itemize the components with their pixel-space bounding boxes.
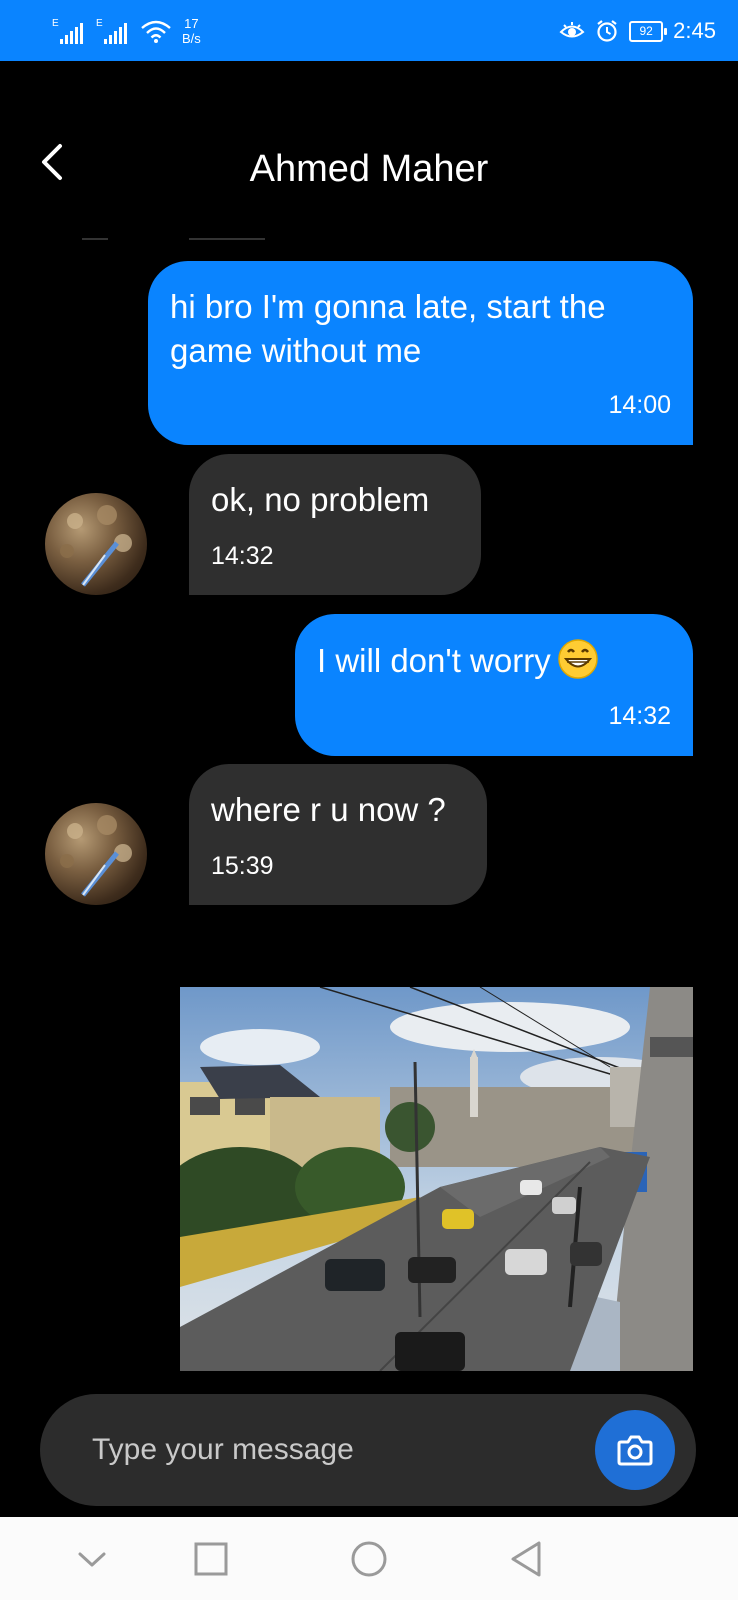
contact-name: Ahmed Maher	[249, 148, 489, 190]
message-time: 14:00	[608, 391, 671, 419]
network-type-label: E	[52, 18, 59, 29]
battery-icon: 92	[629, 20, 668, 42]
alarm-icon	[597, 20, 617, 42]
nav-back-button[interactable]	[505, 1537, 549, 1581]
grinning-face-emoji-icon	[557, 639, 598, 679]
outgoing-message[interactable]: I will don't worry 14:32	[295, 614, 693, 756]
eye-comfort-icon	[559, 22, 585, 38]
message-time: 15:39	[211, 852, 274, 880]
outgoing-message[interactable]: hi bro I'm gonna late, start the game wi…	[148, 261, 693, 445]
message-composer	[40, 1394, 696, 1506]
nav-hide-button[interactable]	[70, 1537, 114, 1581]
camera-button[interactable]	[595, 1410, 675, 1490]
square-icon	[194, 1542, 228, 1576]
incoming-message[interactable]: where r u now ? 15:39	[189, 764, 487, 905]
avatar[interactable]	[45, 803, 147, 905]
image-message[interactable]	[180, 987, 693, 1371]
status-left: E E 17 B/s	[52, 14, 201, 48]
divider	[82, 238, 108, 240]
triangle-back-icon	[511, 1541, 541, 1577]
incoming-message[interactable]: ok, no problem 14:32	[189, 454, 481, 595]
message-time: 14:32	[211, 542, 274, 570]
signal-icon: E	[52, 18, 86, 44]
system-nav-bar	[0, 1517, 738, 1600]
circle-icon	[351, 1541, 387, 1577]
nav-recents-button[interactable]	[189, 1537, 233, 1581]
message-text: I will don't worry	[317, 638, 671, 683]
network-speed-unit: B/s	[182, 31, 201, 46]
message-text: where r u now ?	[211, 791, 446, 828]
divider	[189, 238, 265, 240]
message-text: hi bro I'm gonna late, start the game wi…	[170, 288, 606, 369]
status-right: 92 2:45	[559, 16, 716, 46]
message-time: 14:32	[608, 702, 671, 730]
clock: 2:45	[673, 18, 716, 43]
wifi-icon	[141, 20, 171, 43]
avatar[interactable]	[45, 493, 147, 595]
network-speed: 17 B/s	[182, 16, 201, 46]
message-text-content: I will don't worry	[317, 642, 551, 679]
nav-home-button[interactable]	[347, 1537, 391, 1581]
network-type-label: E	[96, 18, 103, 29]
message-input[interactable]	[90, 1424, 534, 1476]
network-speed-value: 17	[184, 16, 199, 31]
message-text: ok, no problem	[211, 481, 430, 518]
camera-icon	[617, 1435, 653, 1466]
street-photo	[180, 987, 693, 1371]
chevron-down-icon	[78, 1552, 106, 1567]
signal-icon: E	[96, 18, 130, 44]
status-bar: E E 17 B/s 92 2:45	[0, 0, 738, 61]
